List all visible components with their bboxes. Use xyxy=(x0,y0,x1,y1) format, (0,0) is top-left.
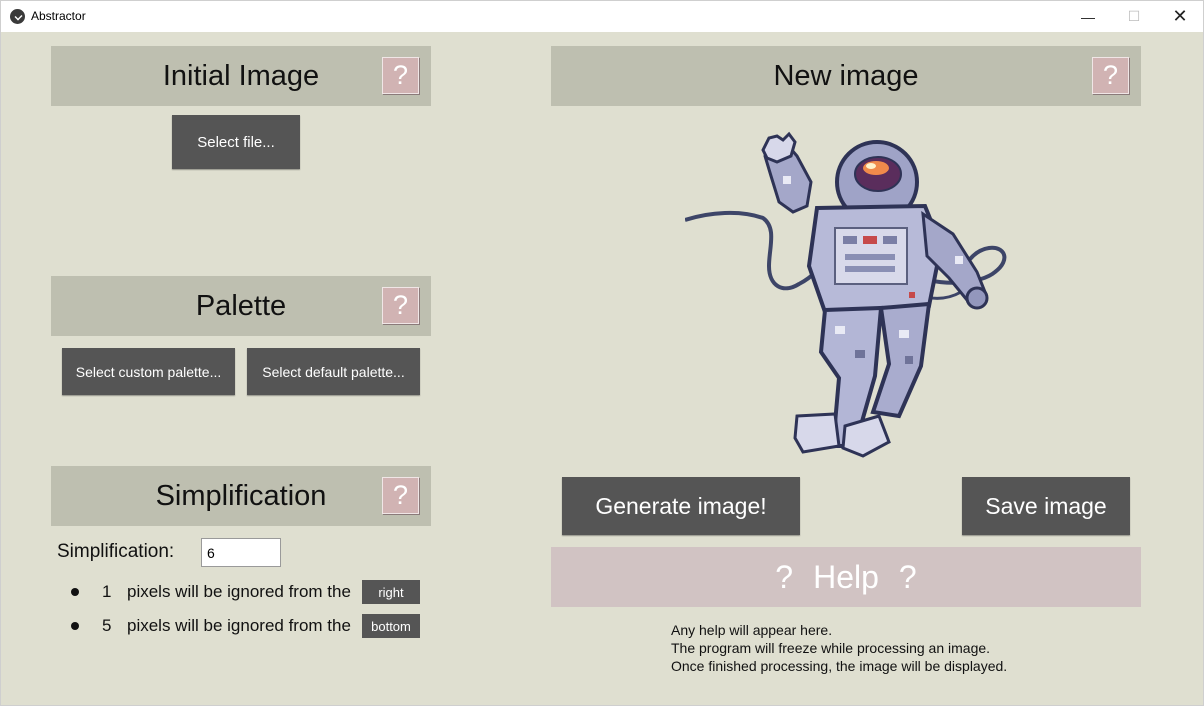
simplification-title: Simplification xyxy=(155,479,327,512)
help-left-icon: ? xyxy=(775,558,794,595)
help-line: Once finished processing, the image will… xyxy=(671,658,1008,674)
simplification-field-label: Simplification: xyxy=(57,541,175,562)
help-title: Help xyxy=(813,558,879,595)
app-logo-icon xyxy=(10,9,25,24)
generate-image-button[interactable]: Generate image! xyxy=(562,477,800,535)
help-right-icon: ? xyxy=(898,558,917,595)
new-image-title: New image xyxy=(773,59,919,92)
side-bottom-button[interactable]: bottom xyxy=(362,614,420,638)
initial-image-title: Initial Image xyxy=(162,59,320,92)
initial-image-header: Initial Image ? xyxy=(51,46,431,106)
close-button[interactable]: ✕ xyxy=(1157,1,1203,32)
app-window: Abstractor — ☐ ✕ Initial Image ? Select … xyxy=(0,0,1204,706)
new-image-header: New image ? xyxy=(551,46,1141,106)
title-bar: Abstractor — ☐ ✕ xyxy=(1,1,1203,32)
window-title: Abstractor xyxy=(31,9,86,23)
bottom-ignore-text: pixels will be ignored from the xyxy=(127,616,351,635)
select-file-button[interactable]: Select file... xyxy=(172,115,300,169)
bullet-icon xyxy=(71,622,79,630)
help-panel[interactable]: ? Help ? xyxy=(551,547,1141,607)
right-ignore-text: pixels will be ignored from the xyxy=(127,582,351,601)
select-custom-palette-button[interactable]: Select custom palette... xyxy=(62,348,235,395)
help-line: Any help will appear here. xyxy=(671,622,833,638)
side-right-button[interactable]: right xyxy=(362,580,420,604)
palette-title: Palette xyxy=(195,289,287,322)
maximize-button[interactable]: ☐ xyxy=(1111,1,1157,32)
minimize-button[interactable]: — xyxy=(1065,1,1111,32)
main-content: Initial Image ? Select file... Palette ?… xyxy=(1,32,1203,705)
simplification-input[interactable]: 6 xyxy=(201,538,281,567)
bullet-icon xyxy=(71,588,79,596)
save-image-button[interactable]: Save image xyxy=(962,477,1130,535)
bottom-ignore-count: 5 xyxy=(102,616,112,635)
right-ignore-count: 1 xyxy=(102,582,112,601)
astronaut-image xyxy=(685,131,1007,458)
initial-image-help-button[interactable]: ? xyxy=(382,57,419,94)
help-text: Any help will appear here. The program w… xyxy=(671,621,1007,675)
select-default-palette-button[interactable]: Select default palette... xyxy=(247,348,420,395)
help-line: The program will freeze while processing… xyxy=(671,640,991,656)
simplification-header: Simplification ? xyxy=(51,466,431,526)
new-image-help-button[interactable]: ? xyxy=(1092,57,1129,94)
palette-help-button[interactable]: ? xyxy=(382,287,419,324)
simplification-help-button[interactable]: ? xyxy=(382,477,419,514)
palette-header: Palette ? xyxy=(51,276,431,336)
